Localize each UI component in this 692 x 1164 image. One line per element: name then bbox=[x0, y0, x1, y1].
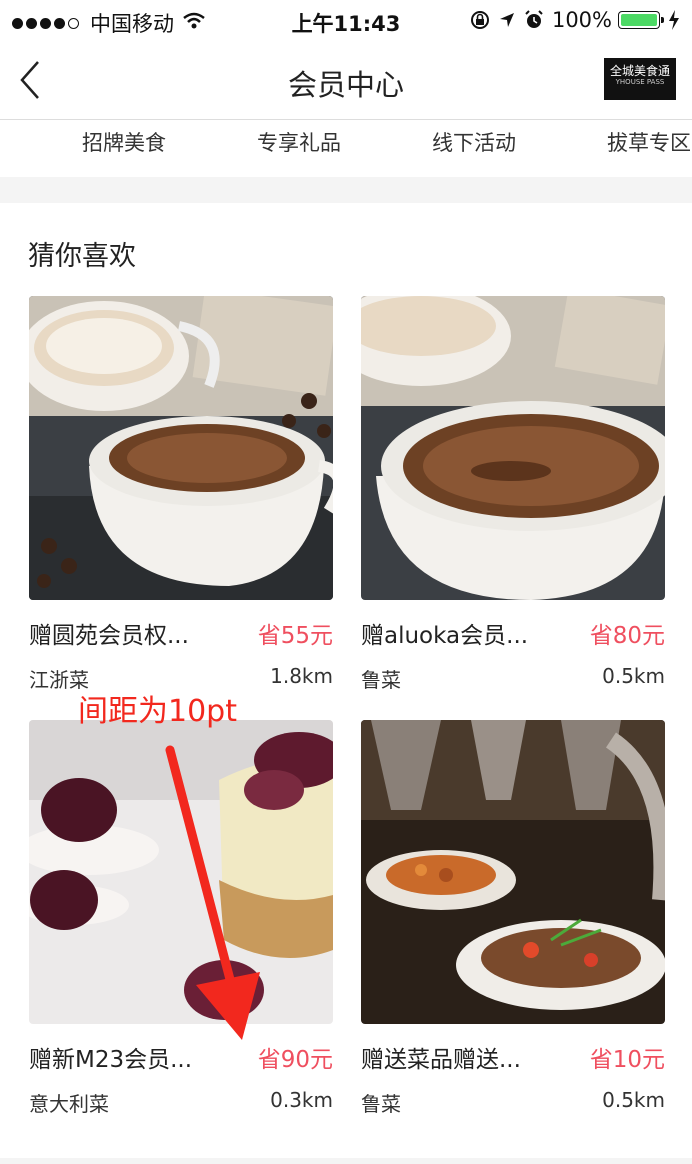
status-bar: 中国移动 上午11:43 100% bbox=[0, 0, 692, 40]
brand-logo-sub: YHOUSE PASS bbox=[615, 78, 665, 86]
section-divider bbox=[0, 177, 692, 203]
tab-recommend-zone[interactable]: 拔草专区 bbox=[607, 127, 691, 157]
charging-icon bbox=[668, 10, 680, 30]
distance-label: 1.8km bbox=[270, 664, 333, 688]
product-name: 赠圆苑会员权... bbox=[29, 623, 189, 649]
tab-offline-events[interactable]: 线下活动 bbox=[432, 127, 516, 157]
cuisine-label: 鲁菜 bbox=[361, 668, 401, 692]
product-name: 赠送菜品赠送... bbox=[361, 1047, 521, 1073]
battery-percent: 100% bbox=[551, 8, 612, 32]
product-card[interactable]: 赠圆苑会员权... 省55元 江浙菜 1.8km bbox=[29, 296, 333, 694]
nav-bar: 会员中心 全城美食通 YHOUSE PASS bbox=[0, 40, 692, 120]
savings-badge: 省10元 bbox=[589, 1047, 665, 1073]
product-card[interactable]: 赠送菜品赠送... 省10元 鲁菜 0.5km bbox=[361, 720, 665, 1118]
annotation-arrow-icon bbox=[165, 745, 260, 1040]
bottom-divider bbox=[0, 1158, 692, 1164]
battery-icon bbox=[618, 11, 664, 29]
brand-logo[interactable]: 全城美食通 YHOUSE PASS bbox=[604, 58, 676, 100]
orientation-lock-icon bbox=[470, 10, 490, 30]
buffet-dishes-photo bbox=[361, 720, 665, 1024]
cuisine-label: 意大利菜 bbox=[29, 1092, 109, 1116]
spacing-annotation: 间距为10pt bbox=[78, 694, 237, 729]
tab-signature-food[interactable]: 招牌美食 bbox=[82, 127, 166, 157]
page-title: 会员中心 bbox=[287, 68, 404, 102]
category-tabs: 招牌美食 专享礼品 线下活动 拔草专区 bbox=[0, 121, 692, 177]
cuisine-label: 鲁菜 bbox=[361, 1092, 401, 1116]
brand-logo-text: 全城美食通 bbox=[609, 64, 670, 78]
savings-badge: 省80元 bbox=[589, 623, 665, 649]
status-right: 100% bbox=[462, 8, 680, 32]
distance-label: 0.3km bbox=[270, 1088, 333, 1112]
section-title: 猜你喜欢 bbox=[28, 241, 136, 272]
alarm-icon bbox=[524, 10, 544, 30]
product-card[interactable]: 赠aluoka会员... 省80元 鲁菜 0.5km bbox=[361, 296, 665, 694]
coffee-cup-closeup-photo bbox=[361, 296, 665, 600]
tab-exclusive-gifts[interactable]: 专享礼品 bbox=[257, 127, 341, 157]
coffee-cups-photo bbox=[29, 296, 333, 600]
distance-label: 0.5km bbox=[602, 1088, 665, 1112]
distance-label: 0.5km bbox=[602, 664, 665, 688]
location-icon bbox=[498, 11, 516, 29]
product-name: 赠aluoka会员... bbox=[361, 623, 529, 649]
savings-badge: 省55元 bbox=[257, 623, 333, 649]
